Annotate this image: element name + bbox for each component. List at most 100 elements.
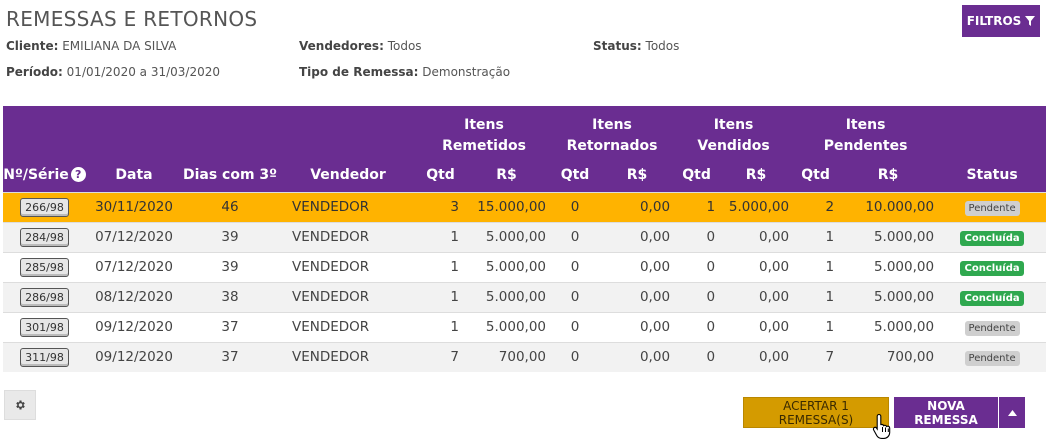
col-days[interactable]: Dias com 3º: [182, 158, 278, 192]
col-serie[interactable]: Nº/Série?: [3, 158, 86, 192]
table-row[interactable]: 266/98 30/11/2020 46 VENDEDOR 3 15.000,0…: [3, 192, 1047, 222]
serie-badge[interactable]: 311/98: [20, 347, 69, 367]
cell-returned-qty: 0: [570, 199, 580, 215]
col-pending-brl[interactable]: R$: [838, 158, 939, 192]
cell-sold-brl: 0,00: [758, 229, 790, 245]
new-remittance-button[interactable]: NOVA REMESSA: [894, 397, 998, 428]
cell-sold-brl: 5.000,00: [728, 199, 790, 215]
cell-returned-brl: 0,00: [639, 199, 671, 215]
header-group-returned: Retornados: [550, 134, 675, 158]
cell-sent-qty: 1: [450, 289, 459, 305]
col-returned-brl[interactable]: R$: [600, 158, 675, 192]
col-sent-brl[interactable]: R$: [463, 158, 551, 192]
header-spacer-2: [3, 134, 418, 158]
cell-status: Pendente: [938, 342, 1046, 372]
cell-sold-qty: 1: [706, 199, 716, 215]
cell-status: Pendente: [938, 312, 1046, 342]
meta-sellers-value: Todos: [387, 39, 422, 53]
settings-button[interactable]: [4, 390, 36, 420]
settle-remittances-button[interactable]: ACERTAR 1 REMESSA(S): [743, 397, 889, 428]
cell-date: 09/12/2020: [95, 349, 173, 366]
table-body: 266/98 30/11/2020 46 VENDEDOR 3 15.000,0…: [3, 192, 1047, 372]
table-header: Itens Itens Itens Itens Remetidos Retorn…: [3, 106, 1047, 192]
cell-days: 37: [221, 319, 239, 335]
serie-badge[interactable]: 266/98: [20, 197, 69, 217]
cell-seller: VENDEDOR: [292, 319, 370, 335]
cell-sent-qty: 7: [450, 349, 459, 366]
cell-sent-brl: 15.000,00: [477, 199, 547, 215]
table-row[interactable]: 284/98 07/12/2020 39 VENDEDOR 1 5.000,00…: [3, 222, 1047, 252]
cell-sold-qty: 0: [706, 349, 716, 366]
cell-seller: VENDEDOR: [292, 229, 370, 245]
header-group-returned-line1: Itens: [550, 106, 675, 134]
col-seller[interactable]: Vendedor: [278, 158, 418, 192]
serie-badge[interactable]: 285/98: [20, 257, 69, 277]
col-date[interactable]: Data: [86, 158, 182, 192]
cell-sent-qty: 1: [450, 259, 459, 275]
cell-date: 09/12/2020: [95, 319, 173, 335]
cell-pending-brl: 10.000,00: [865, 199, 935, 215]
cell-returned-brl: 0,00: [639, 229, 671, 245]
col-sent-qty[interactable]: Qtd: [418, 158, 463, 192]
serie-badge[interactable]: 301/98: [20, 317, 69, 337]
cell-seller: VENDEDOR: [292, 199, 370, 215]
status-badge: Pendente: [964, 320, 1020, 336]
remittances-table: Itens Itens Itens Itens Remetidos Retorn…: [3, 106, 1047, 372]
header-group-sent-line1: Itens: [418, 106, 551, 134]
meta-sellers-label: Vendedores:: [299, 39, 384, 53]
col-sold-qty[interactable]: Qtd: [674, 158, 720, 192]
status-badge: Pendente: [964, 350, 1020, 366]
cell-sent-qty: 1: [450, 319, 459, 335]
cell-sold-qty: 0: [706, 259, 716, 275]
col-pending-qty[interactable]: Qtd: [793, 158, 839, 192]
cell-date: 07/12/2020: [95, 259, 173, 275]
gear-icon: [16, 400, 25, 410]
table-row[interactable]: 285/98 07/12/2020 39 VENDEDOR 1 5.000,00…: [3, 252, 1047, 282]
filters-button[interactable]: FILTROS: [962, 5, 1040, 37]
cell-sold-brl: 0,00: [758, 289, 790, 305]
meta-status: Status: Todos: [593, 39, 679, 53]
cell-status: Concluída: [938, 252, 1046, 282]
header-spacer-status: [938, 106, 1047, 134]
cell-returned-qty: 0: [570, 289, 580, 305]
cell-sent-qty: 3: [450, 199, 459, 215]
cell-serie: 266/98: [3, 192, 86, 222]
cell-sent-brl: 5.000,00: [485, 229, 547, 245]
header-group-pending: Pendentes: [793, 134, 939, 158]
status-badge: Concluída: [960, 230, 1024, 246]
serie-badge[interactable]: 284/98: [20, 227, 69, 247]
cell-pending-brl: 5.000,00: [873, 259, 935, 275]
cell-returned-brl: 0,00: [639, 259, 671, 275]
header-group-sold: Vendidos: [674, 134, 794, 158]
col-sold-brl[interactable]: R$: [719, 158, 794, 192]
meta-sellers: Vendedores: Todos: [299, 39, 422, 53]
cell-pending-qty: 7: [825, 349, 835, 366]
header-group-sent: Remetidos: [418, 134, 551, 158]
hand-pointer-icon: [872, 413, 891, 439]
cell-sent-brl: 700,00: [498, 349, 547, 366]
cell-status: Concluída: [938, 222, 1046, 252]
table-row[interactable]: 301/98 09/12/2020 37 VENDEDOR 1 5.000,00…: [3, 312, 1047, 342]
cell-sent-brl: 5.000,00: [485, 319, 547, 335]
col-serie-label: Nº/Série: [3, 166, 69, 183]
serie-badge[interactable]: 286/98: [20, 287, 69, 307]
help-circle-icon[interactable]: ?: [70, 167, 86, 183]
meta-period-label: Período:: [6, 65, 63, 79]
cell-pending-qty: 1: [825, 289, 835, 305]
cell-seller: VENDEDOR: [292, 259, 370, 275]
table-row[interactable]: 286/98 08/12/2020 38 VENDEDOR 1 5.000,00…: [3, 282, 1047, 312]
new-remittance-dropdown-toggle[interactable]: [999, 397, 1025, 428]
cell-serie: 284/98: [3, 222, 86, 252]
table-row[interactable]: 311/98 09/12/2020 37 VENDEDOR 7 700,00 0…: [3, 342, 1047, 372]
cell-serie: 301/98: [3, 312, 86, 342]
meta-period: Período: 01/01/2020 a 31/03/2020: [6, 65, 220, 79]
col-returned-qty[interactable]: Qtd: [550, 158, 601, 192]
cell-sent-brl: 5.000,00: [485, 289, 547, 305]
cell-pending-brl: 5.000,00: [873, 289, 935, 305]
cell-returned-qty: 0: [570, 349, 580, 366]
cell-days: 39: [221, 259, 239, 275]
col-status[interactable]: Status: [938, 158, 1047, 192]
cell-days: 46: [221, 199, 239, 215]
meta-client-value: EMILIANA DA SILVA: [62, 39, 177, 53]
cell-sent-brl: 5.000,00: [485, 259, 547, 275]
